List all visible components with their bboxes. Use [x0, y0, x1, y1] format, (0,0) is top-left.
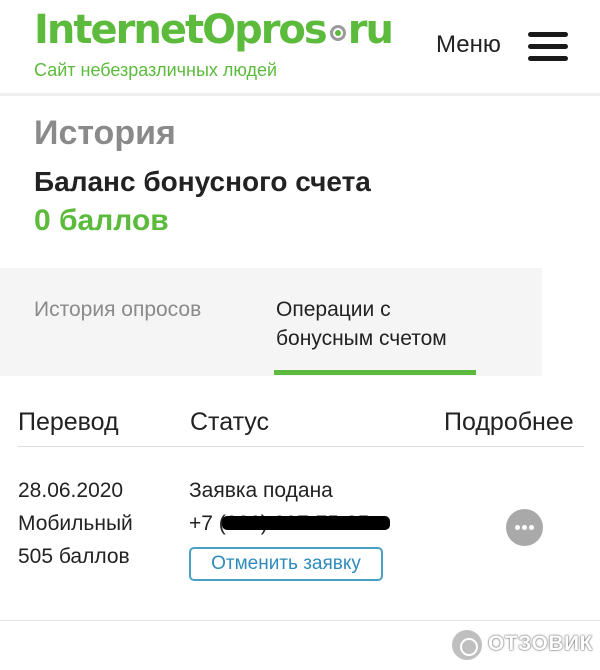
tab-bar: История опросов Операции с бонусным счет…	[0, 268, 542, 376]
site-header: InternetOpros ru Сайт небезразличных люде…	[0, 0, 600, 96]
column-header-status: Статус	[190, 408, 270, 436]
column-header-details: Подробнее	[444, 408, 574, 436]
more-dots-icon[interactable]	[506, 509, 543, 546]
logo-text-ru: ru	[347, 7, 394, 53]
menu-label[interactable]: Меню	[436, 31, 501, 59]
hamburger-icon[interactable]	[528, 32, 568, 61]
target-icon	[329, 25, 346, 41]
cancel-request-button[interactable]: Отменить заявку	[189, 547, 383, 581]
transfer-amount: 505 баллов	[18, 545, 130, 568]
page-title: История	[34, 114, 176, 152]
column-header-transfer: Перевод	[18, 408, 119, 436]
logo-text-internet: Internet	[34, 7, 204, 53]
balance-label: Баланс бонусного счета	[34, 166, 371, 197]
balance-value: 0 баллов	[34, 204, 169, 237]
redaction-mark	[222, 516, 390, 530]
transfer-type: Мобильный	[18, 512, 133, 535]
site-logo[interactable]: InternetOpros ru	[34, 6, 394, 54]
bottom-divider	[0, 620, 600, 621]
transfer-date: 28.06.2020	[18, 479, 124, 502]
transfer-status: Заявка подана	[189, 479, 333, 502]
watermark-logo-icon	[450, 628, 484, 662]
header-divider	[18, 446, 584, 447]
logo-text-opros: Opros	[202, 7, 328, 53]
active-tab-indicator	[274, 370, 476, 375]
watermark-text: ОТЗОВИК	[488, 632, 593, 655]
tab-survey-history[interactable]: История опросов	[34, 295, 201, 324]
tab-bonus-operations[interactable]: Операции с бонусным счетом	[276, 295, 486, 353]
site-tagline: Сайт небезразличных людей	[34, 60, 278, 80]
